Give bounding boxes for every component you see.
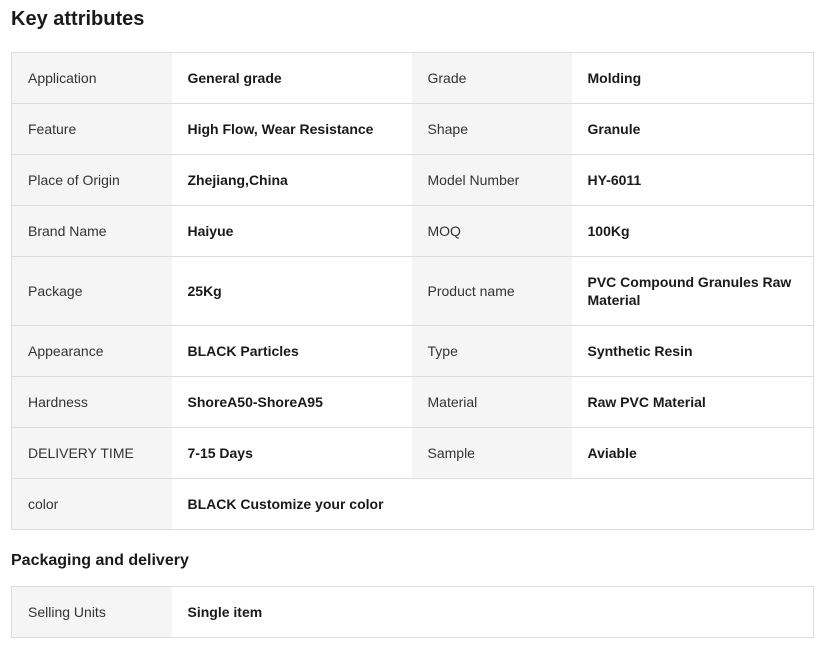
- empty-cell: [411, 586, 814, 638]
- attribute-row: Hardness ShoreA50-ShoreA95 Material Raw …: [11, 376, 814, 428]
- attribute-value: High Flow, Wear Resistance: [171, 103, 412, 155]
- attribute-value: Aviable: [571, 427, 814, 479]
- attribute-value: Molding: [571, 52, 814, 104]
- attribute-label: Feature: [11, 103, 172, 155]
- key-attributes-table: Application General grade Grade Molding …: [11, 52, 814, 530]
- attribute-row: Feature High Flow, Wear Resistance Shape…: [11, 103, 814, 155]
- attribute-label: Product name: [411, 256, 572, 326]
- attribute-value: Synthetic Resin: [571, 325, 814, 377]
- attribute-label: Place of Origin: [11, 154, 172, 206]
- attribute-row: Application General grade Grade Molding: [11, 52, 814, 104]
- attribute-value: BLACK Customize your color: [171, 478, 412, 530]
- attribute-label: color: [11, 478, 172, 530]
- attribute-label: Sample: [411, 427, 572, 479]
- attribute-label: Model Number: [411, 154, 572, 206]
- attribute-value: Haiyue: [171, 205, 412, 257]
- attribute-label: DELIVERY TIME: [11, 427, 172, 479]
- attribute-label: Shape: [411, 103, 572, 155]
- attribute-label: Material: [411, 376, 572, 428]
- packaging-table: Selling Units Single item: [11, 586, 814, 638]
- attribute-label: MOQ: [411, 205, 572, 257]
- attribute-value: ShoreA50-ShoreA95: [171, 376, 412, 428]
- empty-cell: [411, 478, 814, 530]
- attribute-value: Granule: [571, 103, 814, 155]
- attribute-value: PVC Compound Granules Raw Material: [571, 256, 814, 326]
- attribute-value: Single item: [171, 586, 412, 638]
- attribute-value: 25Kg: [171, 256, 412, 326]
- attribute-row: color BLACK Customize your color: [11, 478, 814, 530]
- attribute-label: Brand Name: [11, 205, 172, 257]
- attribute-row: Selling Units Single item: [11, 586, 814, 638]
- attribute-label: Application: [11, 52, 172, 104]
- attribute-value: HY-6011: [571, 154, 814, 206]
- attribute-value: Zhejiang,China: [171, 154, 412, 206]
- attribute-label: Package: [11, 256, 172, 326]
- attribute-value: 100Kg: [571, 205, 814, 257]
- attribute-row: Brand Name Haiyue MOQ 100Kg: [11, 205, 814, 257]
- attribute-label: Type: [411, 325, 572, 377]
- attribute-value: Raw PVC Material: [571, 376, 814, 428]
- attribute-value: BLACK Particles: [171, 325, 412, 377]
- attribute-row: Package 25Kg Product name PVC Compound G…: [11, 256, 814, 326]
- key-attributes-title: Key attributes: [11, 8, 145, 30]
- attribute-row: Place of Origin Zhejiang,China Model Num…: [11, 154, 814, 206]
- attribute-row: DELIVERY TIME 7-15 Days Sample Aviable: [11, 427, 814, 479]
- attribute-label: Grade: [411, 52, 572, 104]
- attribute-value: 7-15 Days: [171, 427, 412, 479]
- attribute-label: Appearance: [11, 325, 172, 377]
- attribute-value: General grade: [171, 52, 412, 104]
- packaging-delivery-title: Packaging and delivery: [11, 552, 189, 569]
- attribute-label: Selling Units: [11, 586, 172, 638]
- attribute-label: Hardness: [11, 376, 172, 428]
- attribute-row: Appearance BLACK Particles Type Syntheti…: [11, 325, 814, 377]
